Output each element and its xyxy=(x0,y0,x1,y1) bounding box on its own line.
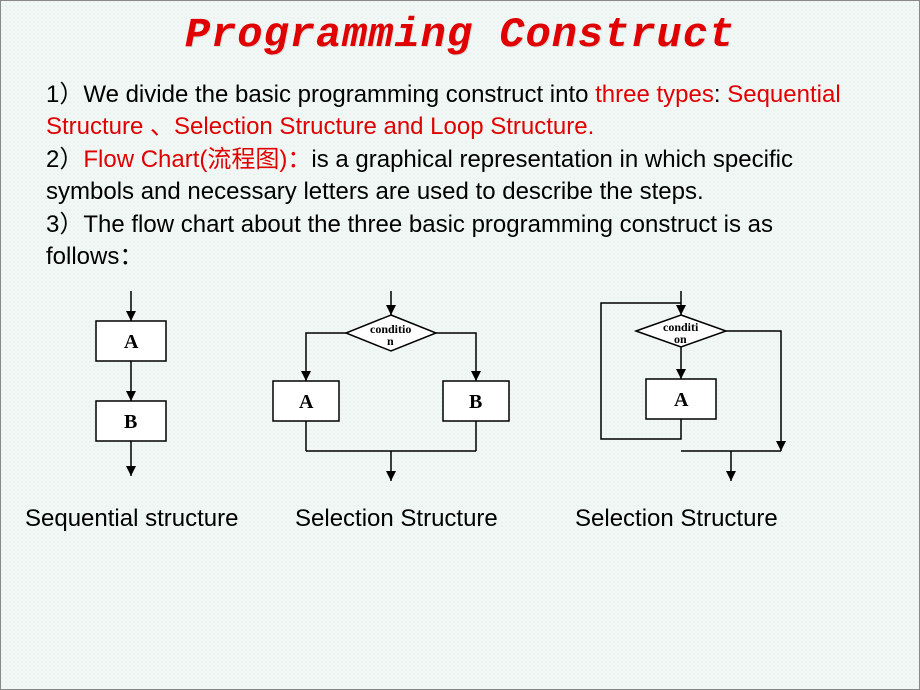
caption-loop: Selection Structure xyxy=(575,505,778,533)
seq-box-a: A xyxy=(124,331,139,353)
loop-box-a: A xyxy=(674,389,689,411)
slide-title: Programming Construct xyxy=(1,11,919,59)
p3: 3）The flow chart about the three basic p… xyxy=(46,211,773,270)
p2-flow: Flow Chart(流程图)： xyxy=(83,146,311,173)
p1-prefix: 1）We divide the basic programming constr… xyxy=(46,81,595,108)
sequential-chart: A B xyxy=(61,291,211,501)
caption-sequential: Sequential structure xyxy=(25,505,285,533)
p1-three: three types xyxy=(595,81,714,108)
flowchart-row: A B conditio n A B xyxy=(1,291,919,501)
loop-cond-2: on xyxy=(674,332,687,346)
body-text: 1）We divide the basic programming constr… xyxy=(1,79,919,273)
p2-label: 2） xyxy=(46,146,83,173)
sel-box-a: A xyxy=(299,391,314,413)
loop-chart: conditi on A xyxy=(571,291,831,501)
p1-colon: : xyxy=(714,81,727,108)
caption-selection: Selection Structure xyxy=(295,505,555,533)
seq-box-b: B xyxy=(124,411,137,433)
selection-chart: conditio n A B xyxy=(251,291,531,501)
sel-box-b: B xyxy=(469,391,482,413)
captions-row: Sequential structure Selection Structure… xyxy=(1,501,919,533)
sel-cond-2: n xyxy=(387,334,394,348)
